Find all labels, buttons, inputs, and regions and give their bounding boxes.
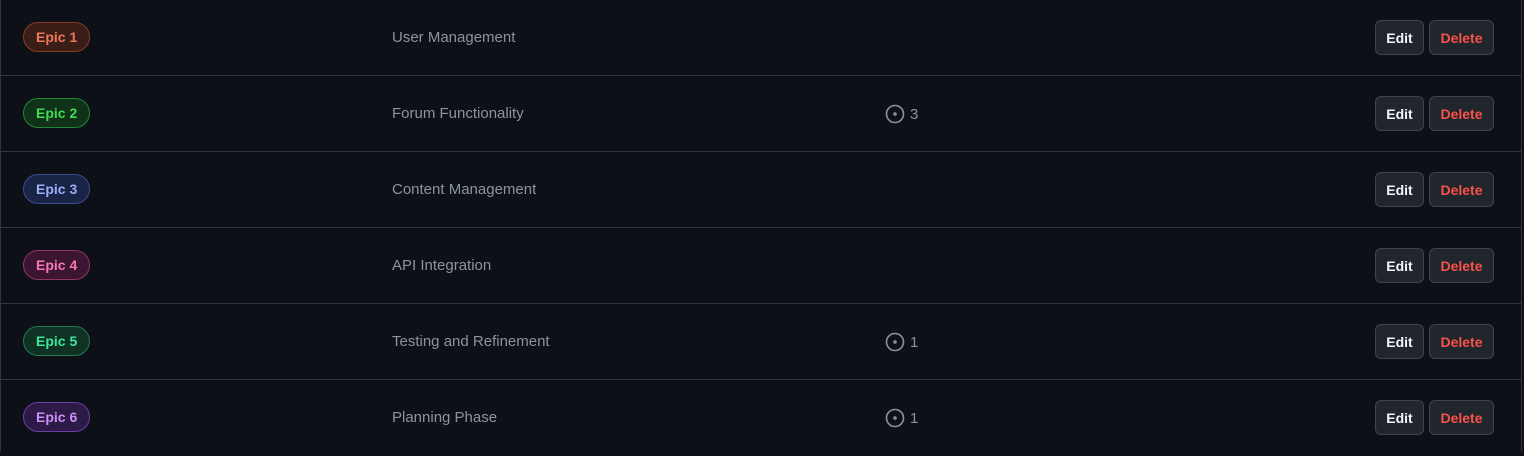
label-row: Epic 2 Forum Functionality 3 Edit Delete (1, 76, 1521, 152)
open-issues-count: 1 (910, 409, 919, 427)
edit-button[interactable]: Edit (1375, 248, 1424, 283)
row-actions: Edit Delete (1375, 400, 1494, 435)
open-issues-link[interactable]: 1 (885, 407, 918, 429)
label-badge[interactable]: Epic 1 (23, 22, 91, 52)
label-row: Epic 3 Content Management Edit Delete (1, 152, 1521, 228)
label-badge[interactable]: Epic 5 (23, 326, 91, 356)
edit-button[interactable]: Edit (1375, 400, 1424, 435)
issue-opened-icon (885, 408, 905, 428)
label-description: API Integration (392, 257, 492, 274)
edit-button[interactable]: Edit (1375, 172, 1424, 207)
label-description: Content Management (392, 181, 537, 198)
label-description: User Management (392, 29, 516, 46)
label-row: Epic 5 Testing and Refinement 1 Edit Del… (1, 304, 1521, 380)
row-actions: Edit Delete (1375, 172, 1494, 207)
label-description: Planning Phase (392, 409, 498, 426)
delete-button[interactable]: Delete (1429, 400, 1494, 435)
edit-button[interactable]: Edit (1375, 324, 1424, 359)
label-badge[interactable]: Epic 2 (23, 98, 91, 128)
row-actions: Edit Delete (1375, 248, 1494, 283)
label-badge[interactable]: Epic 6 (23, 402, 91, 432)
open-issues-link[interactable]: 3 (885, 103, 918, 125)
delete-button[interactable]: Delete (1429, 248, 1494, 283)
label-description: Forum Functionality (392, 105, 524, 122)
row-actions: Edit Delete (1375, 20, 1494, 55)
row-actions: Edit Delete (1375, 96, 1494, 131)
open-issues-count: 3 (910, 105, 919, 123)
delete-button[interactable]: Delete (1429, 172, 1494, 207)
edit-button[interactable]: Edit (1375, 20, 1424, 55)
label-badge[interactable]: Epic 3 (23, 174, 91, 204)
delete-button[interactable]: Delete (1429, 324, 1494, 359)
delete-button[interactable]: Delete (1429, 96, 1494, 131)
issue-opened-icon (885, 104, 905, 124)
label-badge[interactable]: Epic 4 (23, 250, 91, 280)
edit-button[interactable]: Edit (1375, 96, 1424, 131)
label-row: Epic 1 User Management Edit Delete (1, 0, 1521, 76)
issue-opened-icon (885, 332, 905, 352)
label-row: Epic 6 Planning Phase 1 Edit Delete (1, 380, 1521, 456)
label-description: Testing and Refinement (392, 333, 550, 350)
open-issues-link[interactable]: 1 (885, 331, 918, 353)
open-issues-count: 1 (910, 333, 919, 351)
row-actions: Edit Delete (1375, 324, 1494, 359)
label-row: Epic 4 API Integration Edit Delete (1, 228, 1521, 304)
label-list: Epic 1 User Management Edit Delete Epic … (0, 0, 1522, 452)
delete-button[interactable]: Delete (1429, 20, 1494, 55)
